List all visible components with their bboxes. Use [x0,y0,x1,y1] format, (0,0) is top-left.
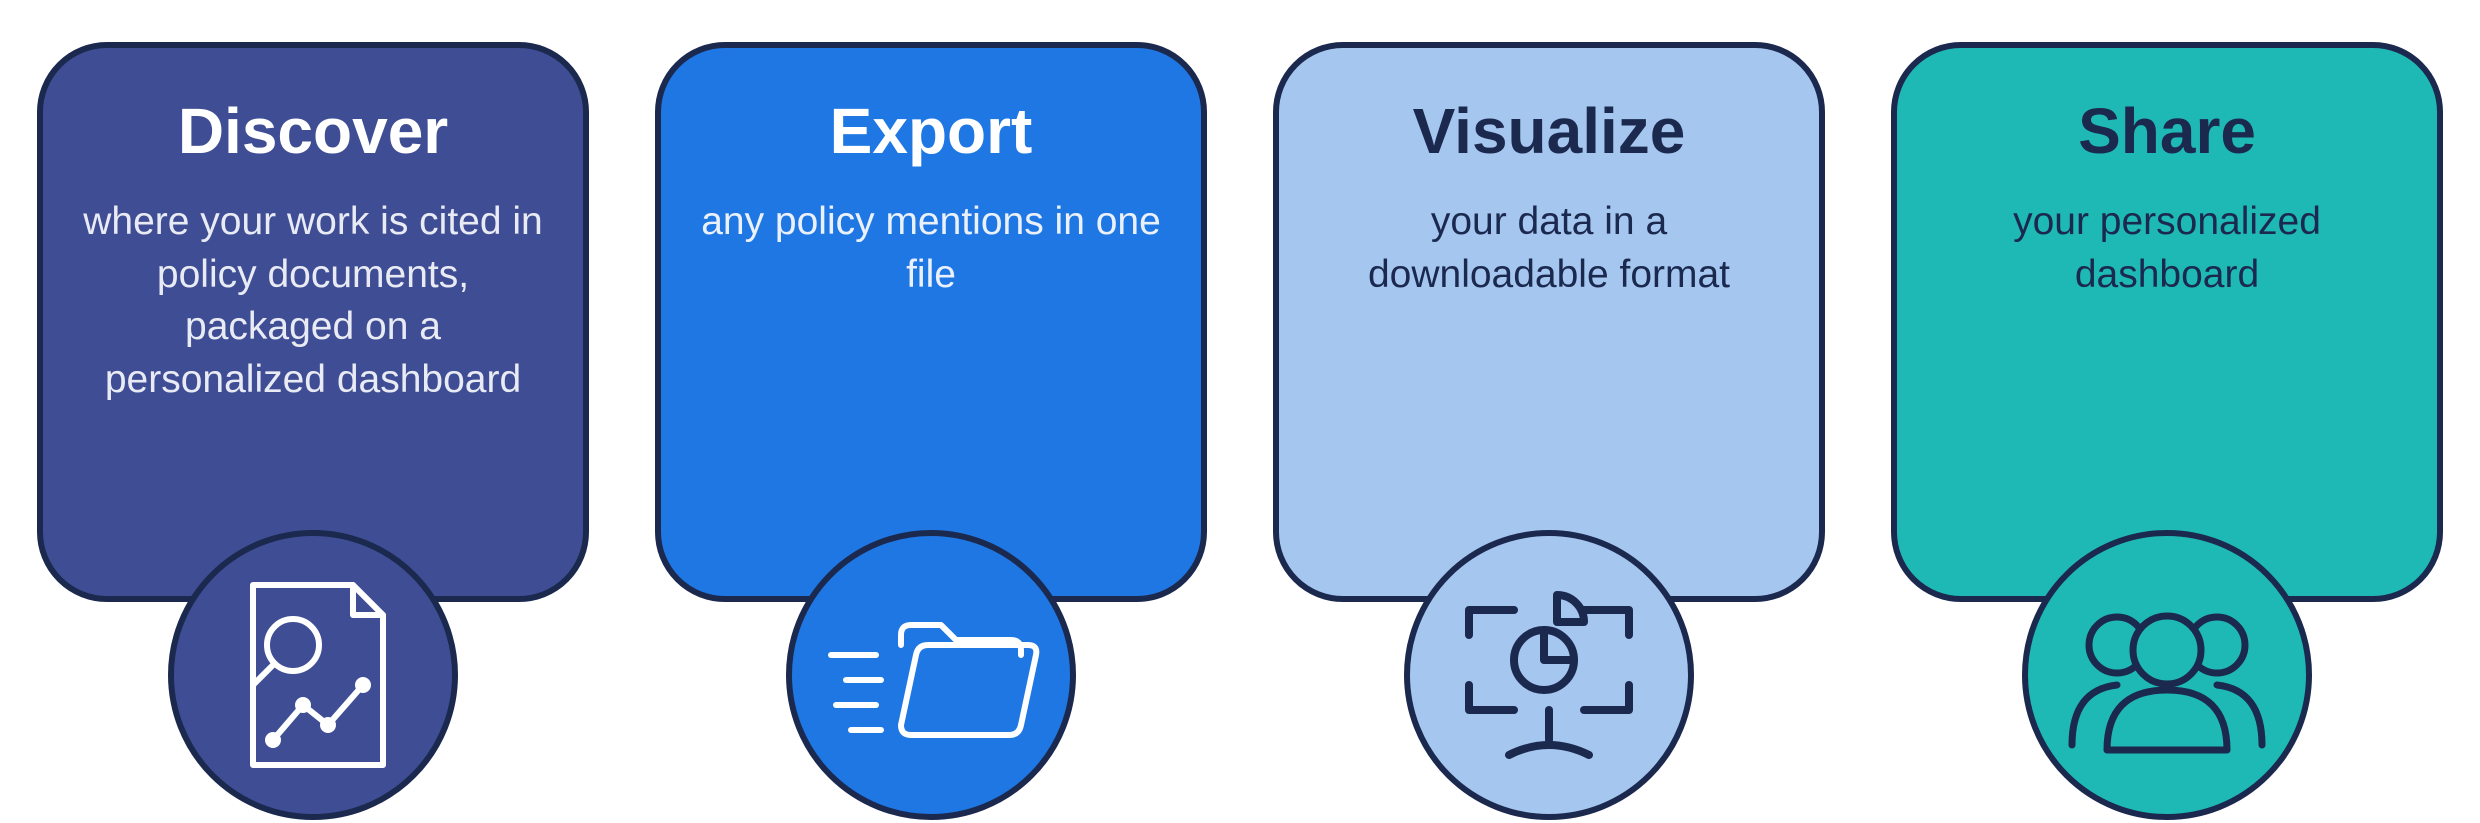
card-share-panel: Share your personalized dashboard [1891,42,2443,602]
card-share: Share your personalized dashboard [1891,42,2443,602]
card-export: Export any policy mentions in one file [655,42,1207,602]
card-share-title: Share [1937,94,2397,168]
card-export-icon-circle [786,530,1076,820]
moving-folder-icon [821,595,1041,755]
card-export-title: Export [701,94,1161,168]
card-discover-body: where your work is cited in policy docum… [83,196,543,407]
card-share-body: your personalized dashboard [1937,196,2397,301]
card-discover-title: Discover [83,94,543,168]
monitor-chart-icon [1449,580,1649,770]
card-visualize-body: your data in a downloadable format [1319,196,1779,301]
card-discover-icon-circle [168,530,458,820]
card-share-icon-circle [2022,530,2312,820]
document-search-analytics-icon [223,575,403,775]
card-visualize-title: Visualize [1319,94,1779,168]
card-visualize: Visualize your data in a downloadable fo… [1273,42,1825,602]
card-export-panel: Export any policy mentions in one file [655,42,1207,602]
card-visualize-icon-circle [1404,530,1694,820]
card-discover: Discover where your work is cited in pol… [37,42,589,602]
card-discover-panel: Discover where your work is cited in pol… [37,42,589,602]
card-export-body: any policy mentions in one file [701,196,1161,301]
feature-cards-row: Discover where your work is cited in pol… [0,0,2480,602]
people-group-icon [2057,590,2277,760]
card-visualize-panel: Visualize your data in a downloadable fo… [1273,42,1825,602]
